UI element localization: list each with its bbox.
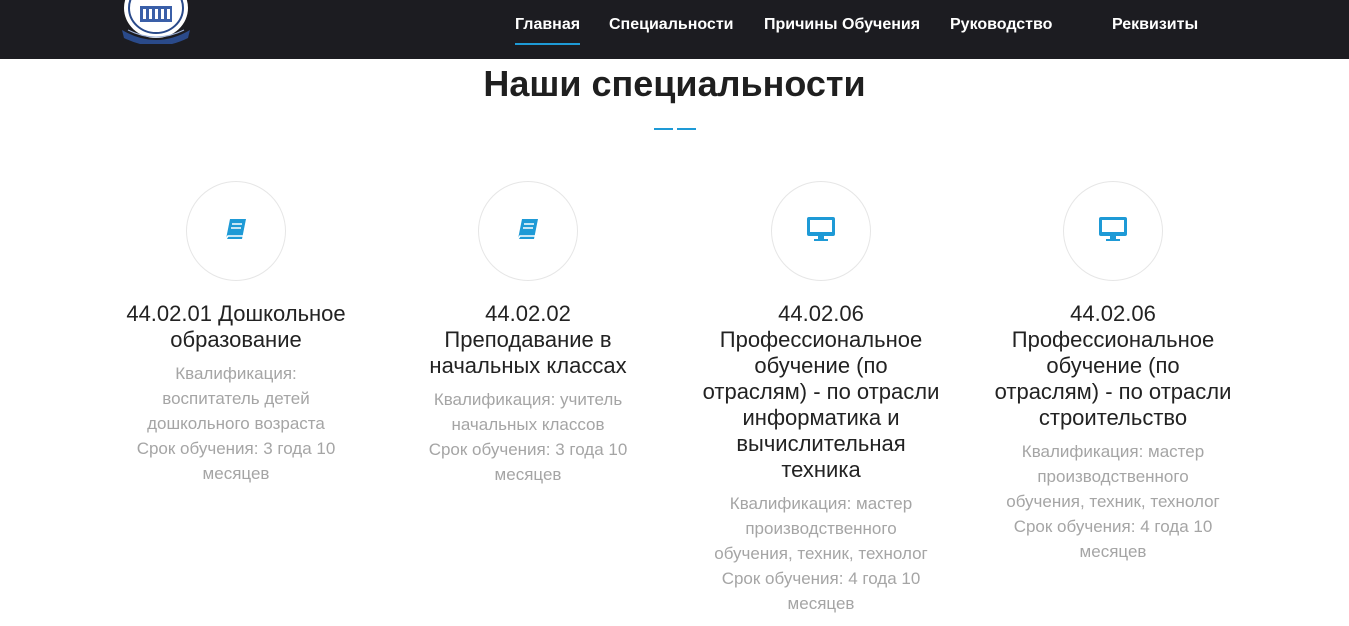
specialty-title: 44.02.06 Профессиональное обучение (по о…: [702, 301, 940, 482]
specialty-title: 44.02.02 Преподавание в начальных класса…: [429, 301, 627, 378]
main-nav: Главная Специальности Причины Обучения Р…: [0, 0, 1349, 59]
icon-circle: [478, 181, 578, 281]
specialty-qualification: Квалификация: воспитатель детей дошкольн…: [147, 364, 325, 433]
monitor-icon: [1098, 216, 1128, 247]
book-icon: [223, 217, 249, 246]
specialty-duration: Срок обучения: 3 года 10 месяцев: [136, 439, 336, 483]
specialty-qualification: Квалификация: мастер производственного о…: [714, 494, 928, 563]
specialty-title: 44.02.01 Дошкольное образование: [126, 301, 346, 352]
book-icon: [515, 217, 541, 246]
specialty-duration: Срок обучения: 4 года 10 месяцев: [1013, 517, 1213, 561]
specialty-title: 44.02.06 Профессиональное обучение (по о…: [994, 301, 1232, 430]
nav-item-management[interactable]: Руководство: [950, 15, 1052, 35]
specialty-card: 44.02.02 Преподавание в начальных класса…: [378, 181, 678, 487]
specialty-qualification: Квалификация: мастер производственного о…: [1006, 442, 1220, 511]
monitor-icon: [806, 216, 836, 247]
nav-item-specialties[interactable]: Специальности: [609, 15, 733, 35]
specialty-duration: Срок обучения: 4 года 10 месяцев: [721, 569, 921, 613]
specialty-duration: Срок обучения: 3 года 10 месяцев: [428, 440, 628, 484]
specialty-card: 44.02.06 Профессиональное обучение (по о…: [671, 181, 971, 616]
nav-item-requisites[interactable]: Реквизиты: [1112, 15, 1198, 35]
icon-circle: [771, 181, 871, 281]
specialty-qualification: Квалификация: учитель начальных классов: [433, 390, 623, 434]
specialty-card: 44.02.01 Дошкольное образование Квалифик…: [86, 181, 386, 486]
title-divider: [654, 128, 696, 130]
top-navbar: Главная Специальности Причины Обучения Р…: [0, 0, 1349, 59]
specialty-card: 44.02.06 Профессиональное обучение (по о…: [963, 181, 1263, 564]
nav-item-home[interactable]: Главная: [515, 15, 581, 45]
section-title: Наши специальности: [483, 63, 866, 104]
nav-item-reasons[interactable]: Причины Обучения: [764, 15, 920, 35]
icon-circle: [1063, 181, 1163, 281]
icon-circle: [186, 181, 286, 281]
